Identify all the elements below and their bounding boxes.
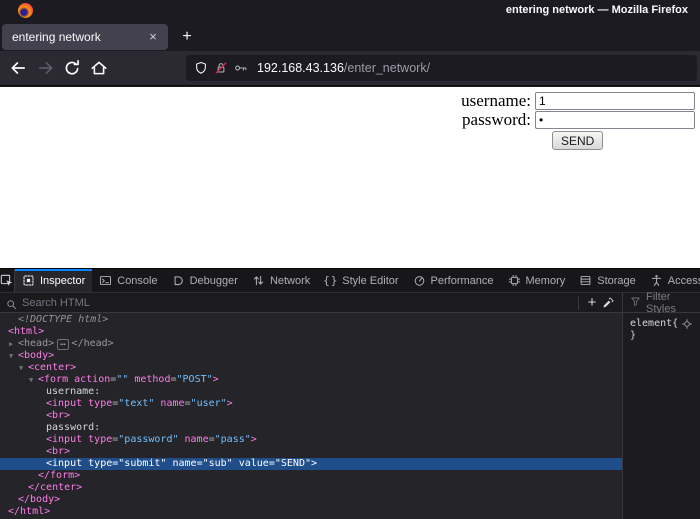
element-picker-button[interactable] (0, 269, 15, 292)
markup-row-selected[interactable]: <input type="submit" name="sub" value="S… (0, 458, 622, 470)
markup-row[interactable]: username: (0, 386, 622, 398)
tab-close-icon[interactable]: × (144, 28, 162, 46)
highlight-selector-icon[interactable] (681, 318, 693, 330)
back-button[interactable] (9, 59, 27, 77)
inspector-icon (22, 274, 35, 287)
filter-styles-bar[interactable]: Filter Styles (622, 293, 700, 313)
markup-row[interactable]: password: (0, 422, 622, 434)
devtools-tab-label: Inspector (40, 275, 85, 287)
url-text: 192.168.43.136/enter_network/ (257, 61, 430, 75)
style-editor-icon: {} (324, 274, 337, 287)
devtools-tab-label: Accessibility (668, 275, 700, 287)
devtools-toolbar: Inspector Console Debugger Network {} Style E… (0, 269, 700, 293)
devtools-tab-accessibility[interactable]: Accessibility (643, 269, 700, 292)
search-html-input[interactable] (22, 297, 573, 309)
devtools-tab-label: Performance (431, 275, 494, 287)
twisty-expanded-icon[interactable]: ▼ (19, 362, 23, 374)
devtools-panel: Inspector Console Debugger Network {} Style E… (0, 268, 700, 519)
devtools-tab-inspector[interactable]: Inspector (15, 269, 92, 292)
devtools-tab-performance[interactable]: Performance (406, 269, 501, 292)
twisty-expanded-icon[interactable]: ▼ (29, 374, 33, 386)
devtools-tab-label: Memory (526, 275, 566, 287)
markup-row[interactable]: </form> (0, 470, 622, 482)
filter-icon (630, 296, 641, 310)
username-row: username: (461, 91, 695, 110)
devtools-tab-network[interactable]: Network (245, 269, 317, 292)
password-label: password: (462, 110, 531, 130)
eyedropper-button[interactable] (600, 295, 616, 311)
debugger-icon (172, 274, 185, 287)
forward-button[interactable] (37, 59, 55, 77)
username-label: username: (461, 91, 531, 111)
markup-row[interactable]: <input type="text" name="user"> (0, 398, 622, 410)
rule-open-brace: { (672, 318, 678, 329)
search-icon (6, 297, 17, 308)
url-host: 192.168.43.136 (257, 61, 344, 75)
markup-row[interactable]: ▼<body> (0, 350, 622, 362)
saved-login-key-icon[interactable] (234, 61, 248, 75)
browser-tab[interactable]: entering network × (2, 24, 168, 50)
devtools-tab-label: Debugger (190, 275, 238, 287)
page-content: username: password: SEND (0, 87, 700, 268)
element-rule: element { (630, 317, 693, 330)
network-icon (252, 274, 265, 287)
tab-title: entering network (12, 30, 144, 44)
insecure-lock-icon[interactable] (214, 61, 228, 75)
markup-row[interactable]: <!DOCTYPE html> (0, 314, 622, 326)
markup-row[interactable]: <html> (0, 326, 622, 338)
tracking-shield-icon[interactable] (194, 61, 208, 75)
markup-row[interactable]: </center> (0, 482, 622, 494)
window-title: entering network — Mozilla Firefox (506, 4, 688, 16)
add-node-button[interactable]: + (584, 295, 600, 311)
devtools-tab-memory[interactable]: Memory (501, 269, 573, 292)
new-tab-button[interactable]: + (176, 26, 198, 48)
markup-row[interactable]: ▼<form action="" method="POST"> (0, 374, 622, 386)
titlebar: entering network — Mozilla Firefox (0, 0, 700, 22)
rule-close-brace: } (630, 330, 693, 341)
devtools-tab-style-editor[interactable]: {} Style Editor (317, 269, 405, 292)
accessibility-icon (650, 274, 663, 287)
markup-row[interactable]: <br> (0, 446, 622, 458)
rule-selector[interactable]: element (630, 318, 672, 329)
console-icon (99, 274, 112, 287)
markup-row[interactable]: </html> (0, 506, 622, 518)
devtools-tab-label: Console (117, 275, 157, 287)
devtools-tab-console[interactable]: Console (92, 269, 164, 292)
search-row-divider (578, 296, 579, 310)
twisty-collapsed-icon[interactable]: ▶ (9, 338, 13, 350)
memory-icon (508, 274, 521, 287)
firefox-window: entering network — Mozilla Firefox enter… (0, 0, 700, 519)
filter-styles-placeholder: Filter Styles (646, 291, 693, 315)
devtools-tab-label: Style Editor (342, 275, 398, 287)
markup-row[interactable]: ▶<head>…</head> (0, 338, 622, 350)
markup-row[interactable]: ▼<center> (0, 362, 622, 374)
collapsed-content-badge[interactable]: … (57, 339, 68, 350)
password-field[interactable] (535, 111, 695, 129)
username-field[interactable] (535, 92, 695, 110)
performance-icon (413, 274, 426, 287)
storage-icon (579, 274, 592, 287)
markup-view: <!DOCTYPE html><html>▶<head>…</head>▼<bo… (0, 313, 622, 519)
firefox-logo-icon (18, 3, 33, 18)
navigation-bar: 192.168.43.136/enter_network/ (0, 51, 700, 86)
devtools-tab-label: Network (270, 275, 310, 287)
markup-row[interactable]: <input type="password" name="pass"> (0, 434, 622, 446)
home-button[interactable] (90, 59, 108, 77)
markup-row[interactable]: </body> (0, 494, 622, 506)
tab-bar: entering network × + (0, 22, 700, 51)
markup-row[interactable]: <br> (0, 410, 622, 422)
devtools-tab-storage[interactable]: Storage (572, 269, 643, 292)
markup-search-row: + (0, 293, 622, 313)
twisty-expanded-icon[interactable]: ▼ (9, 350, 13, 362)
send-button[interactable]: SEND (552, 131, 603, 150)
rules-view: element { } (622, 313, 700, 519)
url-path: /enter_network/ (344, 61, 430, 75)
reload-button[interactable] (63, 59, 81, 77)
password-row: password: (462, 110, 695, 129)
devtools-tab-label: Storage (597, 275, 636, 287)
devtools-tab-debugger[interactable]: Debugger (165, 269, 245, 292)
url-bar[interactable]: 192.168.43.136/enter_network/ (186, 55, 697, 81)
